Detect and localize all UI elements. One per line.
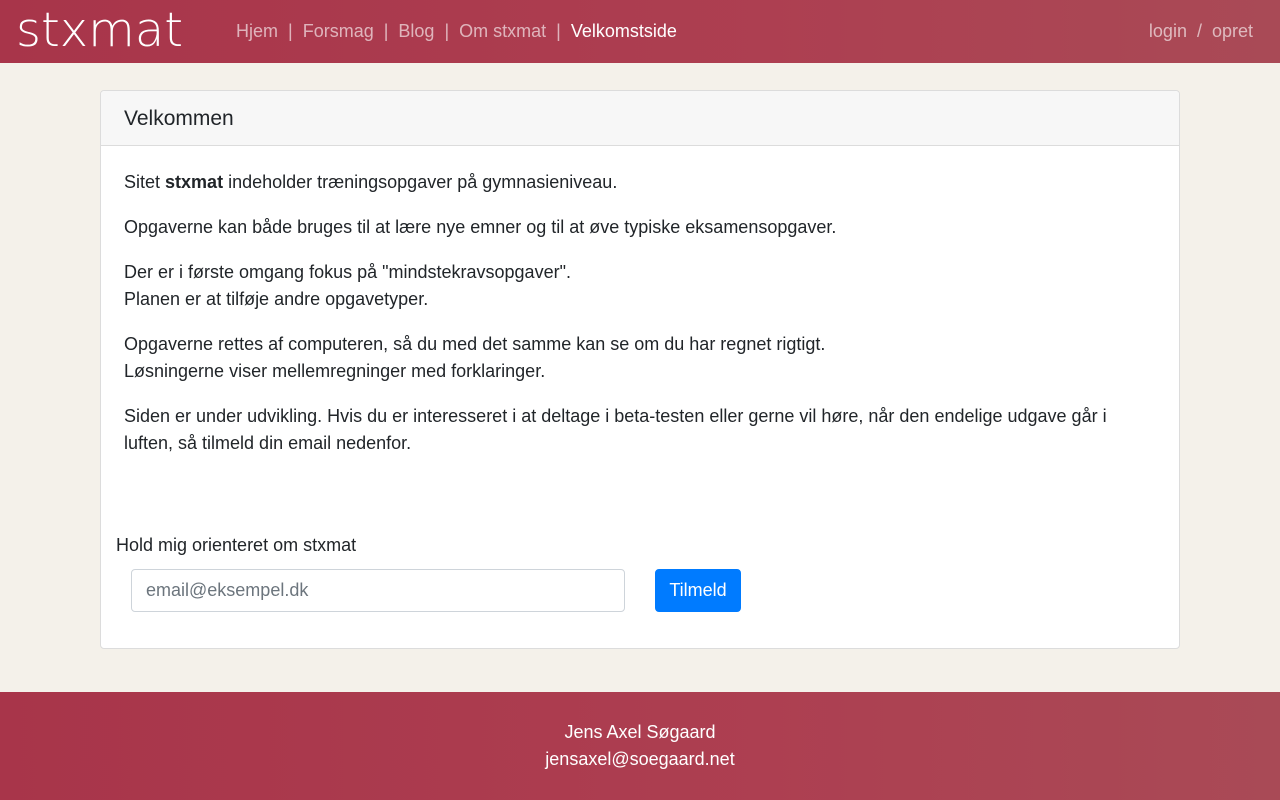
nav-separator: | bbox=[556, 21, 561, 41]
nav-link-hjem[interactable]: Hjem bbox=[236, 19, 278, 43]
site-name-bold: stxmat bbox=[165, 172, 224, 192]
nav-separator: | bbox=[288, 21, 293, 41]
card-title: Velkommen bbox=[101, 91, 1179, 146]
card-body: Sitet stxmat indeholder træningsopgaver … bbox=[101, 146, 1179, 457]
nav-link-om-stxmat[interactable]: Om stxmat bbox=[459, 19, 546, 43]
main-nav: Hjem | Forsmag | Blog | Om stxmat | Velk… bbox=[236, 19, 677, 43]
nav-link-velkomstside[interactable]: Velkomstside bbox=[571, 19, 677, 43]
focus-paragraph: Der er i første omgang fokus på "mindste… bbox=[124, 259, 1134, 313]
intro-text: Sitet bbox=[124, 172, 166, 192]
focus-line-1: Der er i første omgang fokus på "mindste… bbox=[124, 262, 571, 282]
focus-line-2: Planen er at tilføje andre opgavetyper. bbox=[124, 289, 429, 309]
email-input[interactable] bbox=[131, 569, 625, 612]
auth-separator: / bbox=[1196, 21, 1202, 41]
site-logo[interactable]: stxmat bbox=[16, 4, 183, 58]
grading-line-2: Løsningerne viser mellemregninger med fo… bbox=[124, 361, 546, 381]
welcome-card: Velkommen Sitet stxmat indeholder trænin… bbox=[100, 90, 1180, 649]
top-navbar: stxmat Hjem | Forsmag | Blog | Om stxmat… bbox=[0, 0, 1280, 63]
footer-email-link[interactable]: jensaxel@soegaard.net bbox=[545, 749, 734, 769]
login-link[interactable]: login bbox=[1149, 19, 1187, 43]
nav-separator: | bbox=[444, 21, 450, 41]
nav-link-forsmag[interactable]: Forsmag bbox=[303, 19, 374, 43]
register-link[interactable]: opret bbox=[1212, 19, 1253, 43]
footer-author: Jens Axel Søgaard bbox=[564, 722, 716, 742]
nav-separator: | bbox=[383, 21, 389, 41]
auth-links: login / opret bbox=[1149, 19, 1253, 43]
nav-link-blog[interactable]: Blog bbox=[398, 19, 434, 43]
intro-paragraph: Sitet stxmat indeholder træningsopgaver … bbox=[124, 169, 1134, 196]
intro-text-rest: indeholder træningsopgaver på gymnasieni… bbox=[223, 172, 618, 192]
footer: Jens Axel Søgaard jensaxel@soegaard.net bbox=[0, 692, 1280, 800]
development-paragraph: Siden er under udvikling. Hvis du er int… bbox=[124, 406, 1107, 453]
subscribe-button[interactable]: Tilmeld bbox=[655, 569, 741, 612]
usage-paragraph: Opgaverne kan både bruges til at lære ny… bbox=[124, 217, 837, 237]
signup-label: Hold mig orienteret om stxmat bbox=[116, 535, 357, 555]
grading-paragraph: Opgaverne rettes af computeren, så du me… bbox=[124, 331, 1134, 385]
grading-line-1: Opgaverne rettes af computeren, så du me… bbox=[124, 334, 826, 354]
